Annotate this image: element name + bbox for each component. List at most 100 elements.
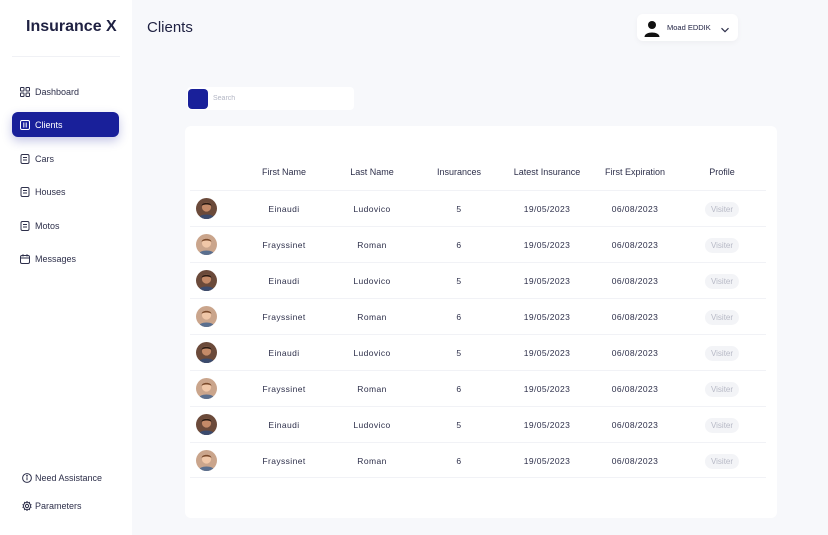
latest-insurance-cell: 19/05/2023 [523,312,571,322]
insurances-cell: 6 [456,240,462,250]
first-name-cell: Einaudi [268,348,300,358]
document-icon [20,186,30,197]
user-menu[interactable]: Moad EDDIK [637,14,738,41]
insurances-cell: 5 [456,348,462,358]
last-name-cell: Roman [357,456,387,466]
insurances-cell: 5 [456,204,462,214]
insurances-cell: 5 [456,420,462,430]
latest-insurance-cell: 19/05/2023 [523,348,571,358]
visit-profile-button[interactable]: Visiter [704,454,740,469]
first-expiration-cell: 06/08/2023 [611,312,659,322]
first-expiration-cell: 06/08/2023 [611,384,659,394]
client-avatar [196,450,217,471]
column-header-first-expiration: First Expiration [604,167,666,177]
insurances-cell: 5 [456,276,462,286]
first-name-cell: Frayssinet [262,456,306,466]
client-avatar [196,234,217,255]
latest-insurance-cell: 19/05/2023 [523,456,571,466]
sidebar-item-cars[interactable]: Cars [12,146,119,171]
table-row: Einaudi Ludovico 5 19/05/2023 06/08/2023 Visi… [190,334,766,370]
visit-profile-button[interactable]: Visiter [704,274,740,289]
last-name-cell: Ludovico [353,420,391,430]
sidebar-item-dashboard[interactable]: Dashboard [12,79,119,104]
visit-profile-button[interactable]: Visiter [704,238,740,253]
sidebar-item-label: Motos [35,220,60,231]
client-avatar [196,306,217,327]
latest-insurance-cell: 19/05/2023 [523,204,571,214]
last-name-cell: Ludovico [353,204,391,214]
client-avatar [196,378,217,399]
first-name-cell: Frayssinet [262,312,306,322]
sidebar-item-clients[interactable]: Clients [12,112,119,137]
last-name-cell: Ludovico [353,348,391,358]
first-expiration-cell: 06/08/2023 [611,204,659,214]
table-row: Einaudi Ludovico 5 19/05/2023 06/08/2023 Visi… [190,406,766,442]
brand-logo: Insurance X [26,18,117,35]
user-avatar-icon [643,19,661,37]
first-name-cell: Einaudi [268,420,300,430]
calendar-icon [20,253,30,264]
document-icon [20,220,30,231]
brand-divider [12,56,120,57]
need-assistance-link[interactable]: Need Assistance [22,473,102,483]
search-button[interactable] [188,88,208,109]
page-title: Clients [147,19,193,36]
sidebar-item-label: Dashboard [35,86,80,97]
sidebar-item-label: Clients [35,119,63,130]
last-name-cell: Roman [357,312,387,322]
columns-icon [20,119,30,130]
visit-profile-button[interactable]: Visiter [704,310,740,325]
parameters-link[interactable]: Parameters [22,500,82,512]
client-avatar [196,198,217,219]
first-expiration-cell: 06/08/2023 [611,456,659,466]
last-name-cell: Ludovico [353,276,391,286]
table-row: Einaudi Ludovico 5 19/05/2023 06/08/2023 Visi… [190,262,766,298]
client-avatar [196,414,217,435]
column-header-latest-insurance: Latest Insurance [513,167,581,177]
first-expiration-cell: 06/08/2023 [611,420,659,430]
sidebar-item-label: Messages [35,253,77,264]
grid-icon [20,86,30,97]
latest-insurance-cell: 19/05/2023 [523,240,571,250]
column-header-profile: Profile [709,167,735,177]
last-name-cell: Roman [357,384,387,394]
table-row: Frayssinet Roman 6 19/05/2023 06/08/2023 Visi… [190,370,766,406]
latest-insurance-cell: 19/05/2023 [523,420,571,430]
sidebar-item-motos[interactable]: Motos [12,213,119,238]
clients-table: First Name Last Name Insurances Latest I… [185,126,777,518]
first-expiration-cell: 06/08/2023 [611,240,659,250]
first-name-cell: Frayssinet [262,240,306,250]
sidebar-item-houses[interactable]: Houses [12,179,119,204]
sidebar: Insurance X Dashboard Clients Cars House… [0,0,132,535]
user-name: Moad EDDIK [667,23,711,32]
first-name-cell: Einaudi [268,204,300,214]
table-row: Frayssinet Roman 6 19/05/2023 06/08/2023 Visi… [190,442,766,478]
column-header-first-name: First Name [261,167,307,177]
info-icon [22,473,32,483]
search-input[interactable] [213,95,343,102]
client-avatar [196,342,217,363]
latest-insurance-cell: 19/05/2023 [523,276,571,286]
latest-insurance-cell: 19/05/2023 [523,384,571,394]
sidebar-item-label: Cars [35,153,55,164]
column-header-last-name: Last Name [350,167,394,177]
insurances-cell: 6 [456,384,462,394]
first-expiration-cell: 06/08/2023 [611,348,659,358]
table-row: Frayssinet Roman 6 19/05/2023 06/08/2023 Visi… [190,226,766,262]
chevron-down-icon[interactable] [720,22,730,33]
insurances-cell: 6 [456,456,462,466]
visit-profile-button[interactable]: Visiter [704,346,740,361]
visit-profile-button[interactable]: Visiter [704,202,740,217]
need-assistance-label: Need Assistance [35,473,103,483]
table-row: Frayssinet Roman 6 19/05/2023 06/08/2023 Visi… [190,298,766,334]
sidebar-item-label: Houses [35,186,66,197]
insurances-cell: 6 [456,312,462,322]
visit-profile-button[interactable]: Visiter [704,382,740,397]
column-header-insurances: Insurances [436,167,482,177]
table-row: Einaudi Ludovico 5 19/05/2023 06/08/2023 Visi… [190,190,766,226]
first-expiration-cell: 06/08/2023 [611,276,659,286]
visit-profile-button[interactable]: Visiter [704,418,740,433]
document-icon [20,153,30,164]
first-name-cell: Einaudi [268,276,300,286]
sidebar-item-messages[interactable]: Messages [12,246,119,271]
